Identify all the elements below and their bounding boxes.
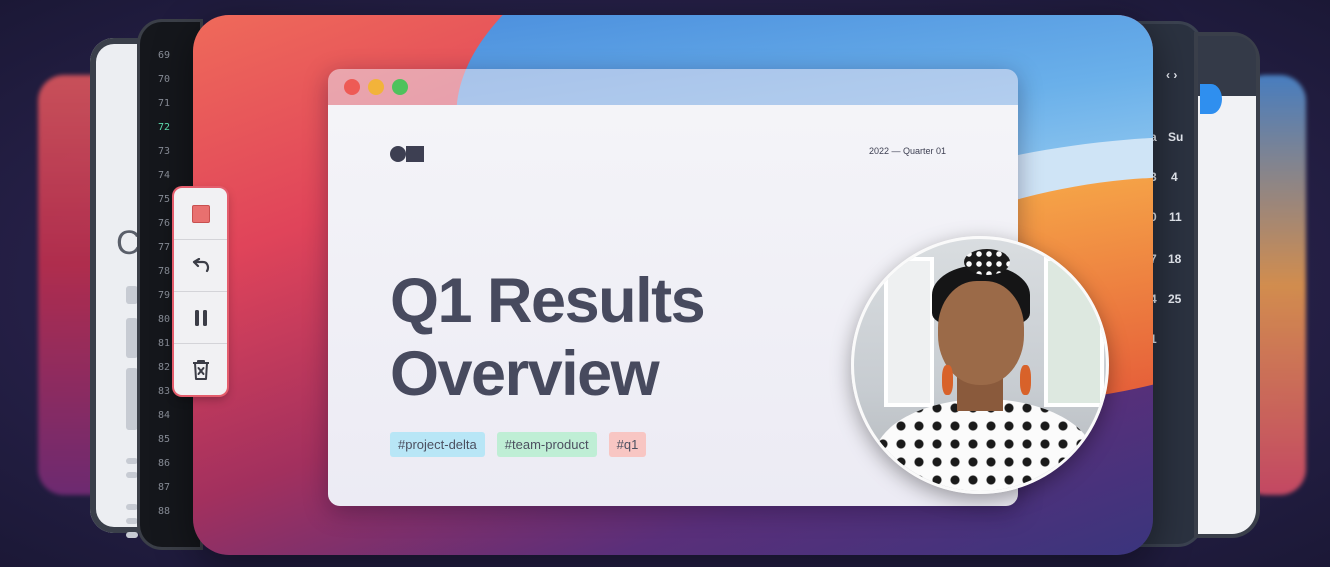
line-number-active: 72	[158, 122, 171, 133]
document-line	[126, 368, 138, 430]
document-line	[126, 286, 138, 304]
background-window	[884, 257, 934, 407]
line-number: 79	[158, 290, 171, 301]
slide-title-line: Q1 Results	[390, 266, 706, 336]
calendar-nav-arrows[interactable]: ‹ ›	[1166, 68, 1177, 82]
undo-icon	[192, 257, 209, 272]
pause-button[interactable]	[174, 292, 227, 344]
calendar-day[interactable]: 4	[1171, 170, 1178, 184]
document-line	[126, 318, 138, 358]
document-line	[126, 532, 138, 538]
pause-icon	[194, 309, 207, 326]
line-number: 75	[158, 194, 171, 205]
line-number: 70	[158, 74, 171, 85]
document-line	[126, 518, 138, 524]
line-number: 87	[158, 482, 171, 493]
delete-recording-button[interactable]	[174, 344, 227, 395]
tag-list: #project-delta #team-product #q1	[390, 432, 647, 457]
maximize-window-button[interactable]	[392, 79, 408, 95]
presenter-shirt	[874, 399, 1094, 491]
slide-title-line: Overview	[390, 339, 660, 409]
presenter-headband	[964, 249, 1010, 275]
earring	[1020, 365, 1031, 395]
stop-square-icon	[191, 204, 210, 223]
line-number: 78	[158, 266, 171, 277]
document-line	[126, 458, 138, 464]
slide-title: Q1 Results Overview	[390, 265, 810, 411]
earring	[942, 365, 953, 395]
webcam-bubble[interactable]	[851, 236, 1109, 494]
document-glyph: C	[116, 224, 141, 262]
line-number: 76	[158, 218, 171, 229]
calendar-day[interactable]: 11	[1169, 210, 1182, 224]
calendar-day[interactable]: 18	[1168, 252, 1181, 266]
tag-q1: #q1	[608, 432, 647, 457]
app-indicator-icon	[1200, 84, 1222, 114]
line-number: 81	[158, 338, 171, 349]
line-number: 69	[158, 50, 171, 61]
minimize-window-button[interactable]	[368, 79, 384, 95]
close-window-button[interactable]	[344, 79, 360, 95]
slide-date: 2022 — Quarter 01	[868, 146, 946, 156]
line-number: 83	[158, 386, 171, 397]
calendar-weekday-sunday: Su	[1168, 130, 1184, 144]
line-number: 74	[158, 170, 171, 181]
line-number: 84	[158, 410, 171, 421]
calendar-day[interactable]: 25	[1168, 292, 1181, 306]
tag-team-product: #team-product	[496, 432, 597, 457]
brand-logo	[390, 146, 426, 162]
window-titlebar[interactable]	[328, 69, 1018, 105]
document-line	[126, 472, 138, 478]
trash-icon	[192, 359, 209, 380]
background-window	[1044, 257, 1104, 407]
line-number: 80	[158, 314, 171, 325]
tag-project-delta: #project-delta	[390, 432, 485, 457]
stop-recording-button[interactable]	[174, 188, 227, 240]
line-number: 88	[158, 506, 171, 517]
undo-button[interactable]	[174, 240, 227, 292]
line-number: 71	[158, 98, 171, 109]
document-line	[126, 504, 138, 510]
line-number: 85	[158, 434, 171, 445]
line-number: 86	[158, 458, 171, 469]
line-number: 73	[158, 146, 171, 157]
recording-toolbar	[174, 188, 227, 395]
document-window-right[interactable]	[1198, 36, 1256, 534]
line-number: 82	[158, 362, 171, 373]
line-number: 77	[158, 242, 171, 253]
